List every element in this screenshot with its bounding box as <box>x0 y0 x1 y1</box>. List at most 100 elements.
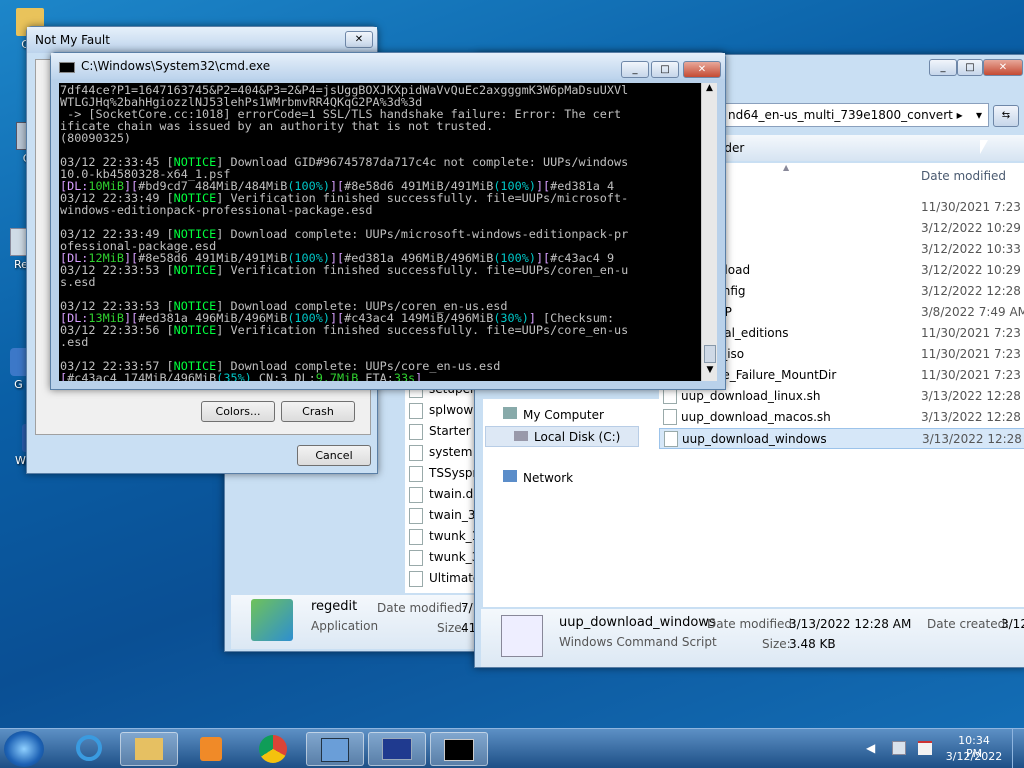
file-icon <box>409 423 423 440</box>
drive-icon <box>514 431 528 441</box>
file-row[interactable]: splwow6 <box>409 400 481 421</box>
minimize-button[interactable]: _ <box>929 59 957 76</box>
maximize-button[interactable]: □ <box>957 59 983 76</box>
file-icon <box>409 549 423 566</box>
file-list: setupensplwow6StartersystemTSSyspretwain… <box>405 379 485 593</box>
console-scrollbar[interactable]: ▲ ▼ <box>701 83 717 381</box>
taskbar-explorer[interactable] <box>120 732 178 766</box>
file-date: 11/30/2021 7:23 PM <box>921 368 1024 382</box>
file-date: 3/12/2022 10:29 PM <box>921 221 1024 235</box>
computer-icon <box>503 407 517 419</box>
crash-button[interactable]: Crash <box>281 401 355 422</box>
details-type: Windows Command Script <box>559 635 717 649</box>
file-date: 3/8/2022 7:49 AM <box>921 305 1024 319</box>
column-header-date[interactable]: Date modified <box>921 169 1006 183</box>
details-size-label: Size: <box>762 637 791 651</box>
file-date: 3/13/2022 12:28 AM <box>922 432 1024 446</box>
cmd-window[interactable]: C:\Windows\System32\cmd.exe _ □ ✕ 7df44c… <box>50 52 726 390</box>
file-name: system <box>429 445 473 459</box>
file-date: 11/30/2021 7:23 PM <box>921 326 1024 340</box>
file-icon <box>409 570 423 587</box>
details-date-label: Date modified: <box>377 601 467 615</box>
folder-icon <box>135 738 163 760</box>
file-row[interactable]: twunk_1 <box>409 526 479 547</box>
close-button[interactable]: ✕ <box>345 31 373 48</box>
window-title: Not My Fault <box>35 33 110 47</box>
file-row[interactable]: twain.dll <box>409 484 480 505</box>
taskbar-ie[interactable] <box>60 732 118 766</box>
regedit-icon <box>251 599 293 641</box>
command-bar: lder <box>721 135 1024 161</box>
titlebar[interactable]: Not My Fault <box>27 27 377 53</box>
regedit-icon <box>321 738 349 762</box>
minimize-button[interactable]: _ <box>621 61 649 78</box>
details-name: uup_download_windows <box>559 615 716 630</box>
file-row[interactable]: system <box>409 442 472 463</box>
console-output[interactable]: 7df44ce?P1=1647163745&P2=404&P3=2&P4=jsU… <box>59 83 701 381</box>
file-row[interactable]: twunk_3 <box>409 547 479 568</box>
taskbar-regedit[interactable] <box>306 732 364 766</box>
details-type: Application <box>311 619 379 633</box>
details-pane: uup_download_windows Windows Command Scr… <box>481 609 1024 667</box>
scroll-up-arrow-icon[interactable]: ▲ <box>702 83 717 99</box>
chrome-icon <box>259 735 287 763</box>
file-date: 3/12/2022 12:28 AM <box>921 284 1024 298</box>
action-center-icon[interactable] <box>918 741 932 755</box>
taskbar-media-player[interactable] <box>182 732 240 766</box>
file-icon <box>663 409 677 425</box>
file-date: 3/13/2022 12:28 AM <box>921 410 1024 424</box>
ie-icon <box>76 735 102 761</box>
maximize-button[interactable]: □ <box>651 61 679 78</box>
file-date: 11/30/2021 7:23 PM <box>921 200 1024 214</box>
address-bar[interactable]: nd64_en-us_multi_739e1800_convert ▸ ▾ <box>721 103 989 127</box>
file-row[interactable]: uup_download_macos.sh 3/13/2022 12:28 AM <box>659 407 1024 428</box>
cmd-icon <box>444 739 474 761</box>
refresh-button[interactable]: ⇆ <box>993 105 1019 127</box>
file-row[interactable]: Ultimate <box>409 568 480 589</box>
scroll-thumb[interactable] <box>704 345 716 363</box>
details-date-label: Date modified: <box>707 617 797 631</box>
file-name: Starter <box>429 424 471 438</box>
file-row[interactable]: twain_32 <box>409 505 483 526</box>
file-name: twunk_3 <box>429 550 480 564</box>
taskbar-notmyfault[interactable] <box>368 732 426 766</box>
network-icon <box>503 470 517 482</box>
show-desktop-button[interactable] <box>1012 729 1024 768</box>
file-icon <box>409 486 423 503</box>
file-row[interactable]: uup_download_windows 3/13/2022 12:28 AM <box>659 428 1024 449</box>
colors-button[interactable]: Colors... <box>201 401 275 422</box>
chevron-down-icon[interactable]: ▾ <box>976 108 982 122</box>
file-name: uup_download_windows <box>682 432 827 446</box>
close-button[interactable]: ✕ <box>983 59 1023 76</box>
nav-item-network[interactable]: Network <box>503 468 573 489</box>
window-title: C:\Windows\System32\cmd.exe <box>81 59 271 73</box>
file-icon <box>409 402 423 419</box>
details-date: 3/13/2022 12:28 AM <box>789 617 912 631</box>
file-name: twain.dll <box>429 487 480 501</box>
start-button[interactable] <box>4 731 44 767</box>
mouse-cursor <box>980 140 988 154</box>
file-row[interactable]: Starter <box>409 421 471 442</box>
close-button[interactable]: ✕ <box>683 61 721 78</box>
notmyfault-icon <box>382 738 412 760</box>
file-icon <box>664 431 678 447</box>
clock-date[interactable]: 3/12/2022 <box>944 750 1004 763</box>
nav-item-local-disk[interactable]: Local Disk (C:) <box>485 426 639 447</box>
network-status-icon[interactable] <box>892 741 906 755</box>
taskbar-cmd[interactable] <box>430 732 488 766</box>
taskbar-chrome[interactable] <box>244 732 302 766</box>
details-created-label: Date created: <box>927 617 1010 631</box>
taskbar: ◀ 10:34 PM 3/12/2022 <box>0 728 1024 768</box>
volume-icon[interactable]: ◀ <box>866 741 880 755</box>
address-path: nd64_en-us_multi_739e1800_convert <box>728 108 953 122</box>
file-name: uup_download_macos.sh <box>681 410 831 424</box>
nav-item-my-computer[interactable]: My Computer <box>503 405 604 426</box>
scroll-down-arrow-icon[interactable]: ▼ <box>702 365 718 381</box>
cancel-button[interactable]: Cancel <box>297 445 371 466</box>
file-icon <box>409 528 423 545</box>
details-created: 3/12 <box>1001 617 1024 631</box>
file-date: 3/12/2022 10:33 PM <box>921 242 1024 256</box>
details-size: 3.48 KB <box>789 637 836 651</box>
media-player-icon <box>200 737 222 761</box>
sort-arrow-icon: ▲ <box>783 163 790 172</box>
